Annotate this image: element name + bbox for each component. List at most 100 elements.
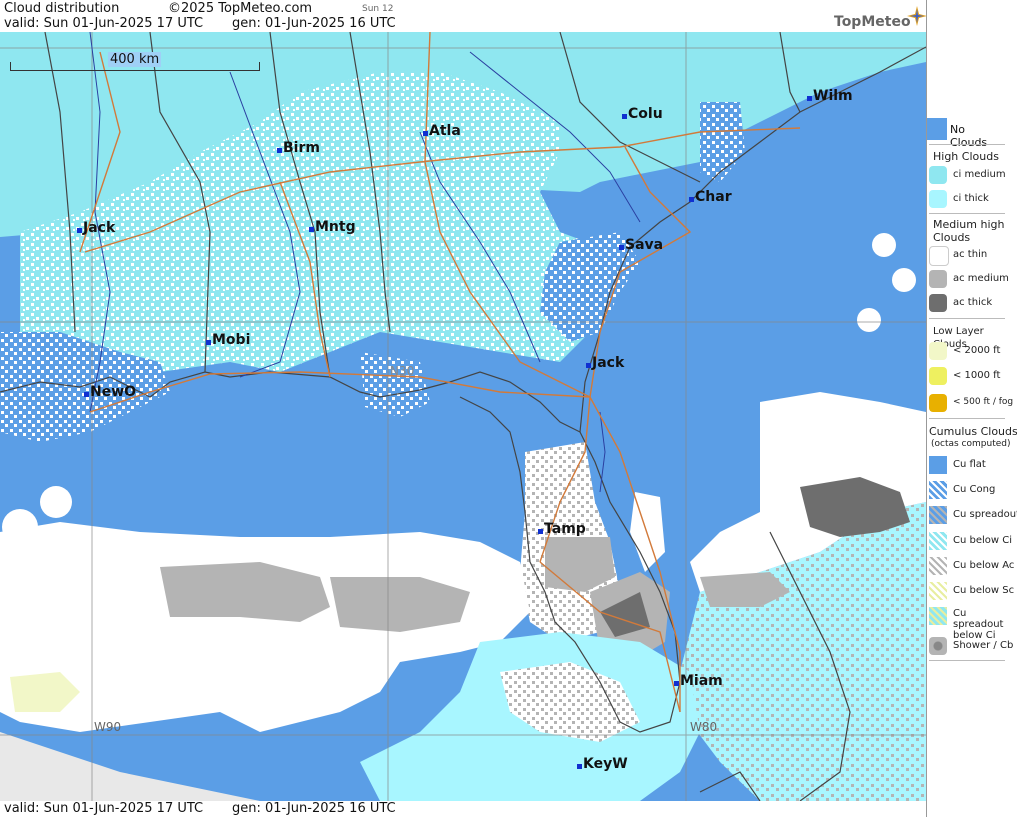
city-marker xyxy=(206,340,211,345)
city-marker xyxy=(538,529,543,534)
swatch xyxy=(929,532,947,550)
legend-label: ac thick xyxy=(953,297,993,308)
city-marker xyxy=(619,245,624,250)
legend-label: Cu below Sc xyxy=(953,585,1015,596)
model-run: Sun 12 xyxy=(362,4,394,14)
footer-bar: valid: Sun 01-Jun-2025 17 UTC gen: 01-Ju… xyxy=(0,801,926,817)
legend-ci-medium: ci medium xyxy=(929,166,1015,186)
compass-star-icon xyxy=(907,6,927,26)
swatch xyxy=(929,246,949,266)
legend-label: Cu Cong xyxy=(953,484,996,495)
swatch xyxy=(929,270,947,288)
city-label-mobi[interactable]: Mobi xyxy=(212,332,250,348)
copyright: ©2025 TopMeteo.com xyxy=(168,1,313,16)
legend-label: Cu below Ac xyxy=(953,560,1015,571)
divider xyxy=(929,660,1005,661)
city-marker xyxy=(586,363,591,368)
legend-cu-spreadout: Cu spreadout xyxy=(929,506,1017,526)
legend-label: < 2000 ft xyxy=(953,345,1001,356)
city-marker xyxy=(577,764,582,769)
city-marker xyxy=(674,681,679,686)
legend-label: Cu spreadout xyxy=(953,509,1017,520)
legend-cu-below-ac: Cu below Ac xyxy=(929,557,1015,577)
legend-label: ac medium xyxy=(953,273,1009,284)
legend-label: < 500 ft / fog xyxy=(953,397,1014,407)
swatch-no-clouds xyxy=(927,118,947,140)
valid-time: valid: Sun 01-Jun-2025 17 UTC xyxy=(4,16,204,31)
divider xyxy=(929,144,1005,145)
lon-label-w90: W90 xyxy=(94,720,122,734)
city-label-wilm[interactable]: Wilm xyxy=(813,88,853,104)
legend-heading-medium: Medium high Clouds xyxy=(933,218,1005,244)
legend-low-2000: < 2000 ft xyxy=(929,342,1015,362)
legend-heading-high: High Clouds xyxy=(933,150,999,163)
city-marker xyxy=(423,131,428,136)
legend-label: < 1000 ft xyxy=(953,370,1001,381)
legend-low-500: < 500 ft / fog xyxy=(929,394,1015,414)
lon-label-w80: W80 xyxy=(690,720,718,734)
legend-cu-below-sc: Cu below Sc xyxy=(929,582,1015,602)
divider xyxy=(929,418,1005,419)
city-label-birm[interactable]: Birm xyxy=(283,140,320,156)
swatch xyxy=(929,607,947,625)
swatch xyxy=(929,367,947,385)
swatch xyxy=(929,582,947,600)
footer-generated-time: gen: 01-Jun-2025 16 UTC xyxy=(232,801,396,816)
legend-ac-thin: ac thin xyxy=(929,246,1015,266)
swatch xyxy=(929,294,947,312)
legend-panel: TopMeteo No Clouds High Clouds ci medium… xyxy=(834,0,1017,817)
city-label-tamp[interactable]: Tamp xyxy=(544,521,586,537)
city-marker xyxy=(807,96,812,101)
city-marker xyxy=(689,197,694,202)
legend-shower-cb: Shower / Cb xyxy=(929,637,1015,657)
divider xyxy=(929,318,1005,319)
swatch xyxy=(929,481,947,499)
city-label-newo[interactable]: NewO xyxy=(90,384,136,400)
swatch xyxy=(929,190,947,208)
legend-ac-medium: ac medium xyxy=(929,270,1015,290)
legend-label: Shower / Cb xyxy=(953,640,1014,651)
lat-label-n30: N30 xyxy=(390,364,415,378)
swatch xyxy=(929,557,947,575)
city-marker xyxy=(277,148,282,153)
city-label-atla[interactable]: Atla xyxy=(429,123,461,139)
city-label-miam[interactable]: Miam xyxy=(680,673,723,689)
legend-no-clouds: No Clouds xyxy=(927,118,1005,149)
legend-cu-spreadout-below-ci: Cu spreadout below Ci xyxy=(929,607,1015,641)
legend-label: No Clouds xyxy=(950,123,988,149)
city-label-sava[interactable]: Sava xyxy=(625,237,663,253)
scale-label: 400 km xyxy=(108,52,162,67)
swatch xyxy=(929,456,947,474)
swatch xyxy=(929,342,947,360)
legend-heading-cumulus: Cumulus Clouds xyxy=(929,425,1017,438)
header-bar: Cloud distribution ©2025 TopMeteo.com Su… xyxy=(0,0,926,32)
legend-cu-cong: Cu Cong xyxy=(929,481,1015,501)
city-label-colu[interactable]: Colu xyxy=(628,106,663,122)
legend-label: ac thin xyxy=(953,249,988,260)
legend-ci-thick: ci thick xyxy=(929,190,1015,210)
legend-cu-below-ci: Cu below Ci xyxy=(929,532,1015,552)
legend-label: ci thick xyxy=(953,193,989,204)
legend-ac-thick: ac thick xyxy=(929,294,1015,314)
city-label-jack-ms[interactable]: Jack xyxy=(83,220,115,236)
swatch xyxy=(929,506,947,524)
city-marker xyxy=(77,228,82,233)
legend-low-1000: < 1000 ft xyxy=(929,367,1015,387)
city-label-jack-fl[interactable]: Jack xyxy=(592,355,624,371)
swatch xyxy=(929,394,947,412)
city-label-char[interactable]: Char xyxy=(695,189,732,205)
legend-cu-flat: Cu flat xyxy=(929,456,1015,476)
logo: TopMeteo xyxy=(834,14,911,30)
legend-label: Cu flat xyxy=(953,459,986,470)
city-marker xyxy=(309,227,314,232)
city-marker xyxy=(84,392,89,397)
generated-time: gen: 01-Jun-2025 16 UTC xyxy=(232,16,396,31)
cloud-map[interactable]: 400 km W90 W80 N30 Wilm Colu Atla Birm C… xyxy=(0,32,926,801)
legend-note-octas: (octas computed) xyxy=(931,439,1011,449)
city-label-keyw[interactable]: KeyW xyxy=(583,756,628,772)
city-label-mntg[interactable]: Mntg xyxy=(315,219,356,235)
swatch xyxy=(929,637,947,655)
city-marker xyxy=(622,114,627,119)
map-canvas xyxy=(0,32,926,801)
footer-valid-time: valid: Sun 01-Jun-2025 17 UTC xyxy=(4,801,204,816)
